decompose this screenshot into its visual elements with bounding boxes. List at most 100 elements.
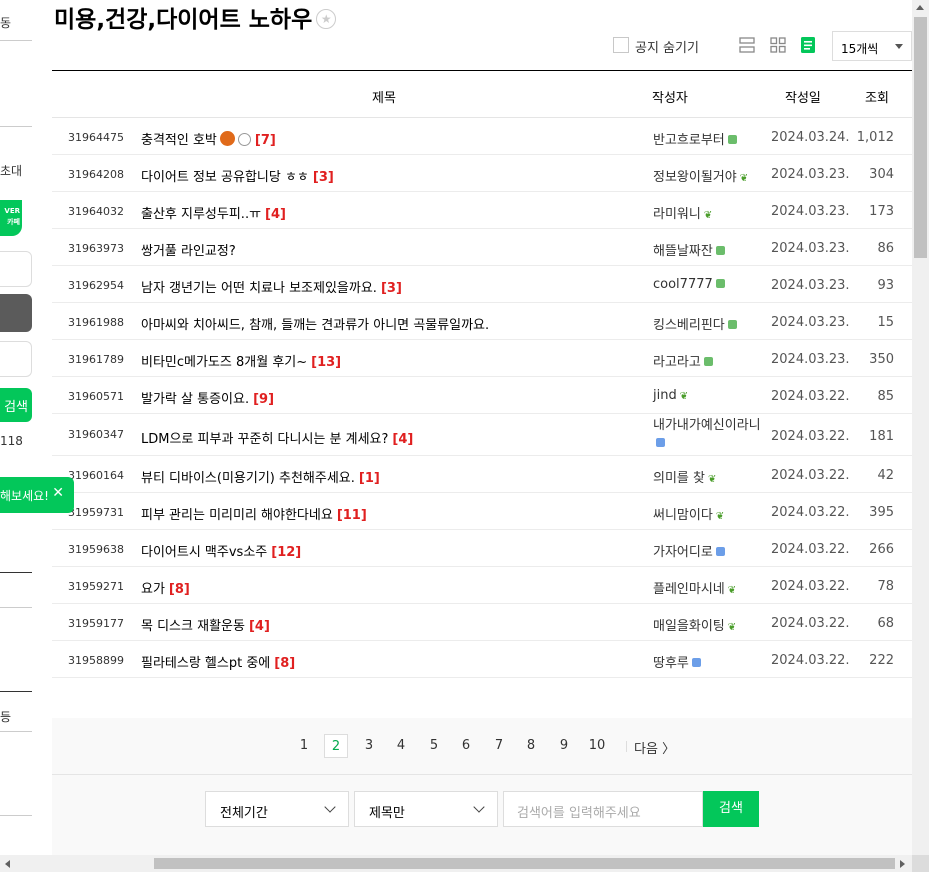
post-subject-link[interactable]: 뷰티 디바이스(미용기기) 추천해주세요. [1] <box>141 467 380 486</box>
table-row[interactable]: 31959177 목 디스크 재활운동 [4] 매일을화이팅 ❦ 2024.03.22. 6… <box>52 604 912 641</box>
scope-select[interactable]: 제목만 <box>354 791 498 827</box>
hide-notice-checkbox[interactable] <box>613 37 629 53</box>
table-row[interactable]: 31960164 뷰티 디바이스(미용기기) 추천해주세요. [1] 의미를 찾 ❦ 20… <box>52 456 912 493</box>
post-subject-link[interactable]: 필라테스랑 헬스pt 중에 [8] <box>141 652 295 671</box>
post-subject[interactable]: 다이어트시 맥주vs소주 <box>141 545 267 560</box>
author-nickname[interactable]: 땅후루 <box>653 656 689 671</box>
post-subject[interactable]: 다이어트 정보 공유합니당 ㅎㅎ <box>141 170 309 185</box>
post-author[interactable]: 반고흐로부터 <box>653 129 765 148</box>
post-author[interactable]: jind ❦ <box>653 388 765 403</box>
comment-count[interactable]: [9] <box>253 392 274 407</box>
comment-count[interactable]: [12] <box>271 545 301 560</box>
close-icon[interactable]: ✕ <box>52 485 64 501</box>
list-view-icon[interactable] <box>738 36 756 54</box>
post-subject-link[interactable]: 피부 관리는 미리미리 해야한다네요 [11] <box>141 504 367 523</box>
table-row[interactable]: 31960571 발가락 살 통증이요. [9] jind ❦ 2024.03.22. 85 <box>52 377 912 414</box>
page-link-2[interactable]: 2 <box>324 734 348 758</box>
page-link-9[interactable]: 9 <box>552 734 576 758</box>
table-row[interactable]: 31962954 남자 갱년기는 어떤 치료나 보조제있을까요. [3] cool77… <box>52 266 912 303</box>
sidebar-search-button[interactable]: 검색 <box>0 388 32 422</box>
page-link-1[interactable]: 1 <box>292 734 316 758</box>
author-nickname[interactable]: 정보왕이될거야 <box>653 170 737 185</box>
post-author[interactable]: 매일을화이팅 ❦ <box>653 615 765 634</box>
scroll-left-icon[interactable] <box>5 860 10 868</box>
horizontal-scrollbar[interactable] <box>0 855 912 872</box>
author-nickname[interactable]: 라고라고 <box>653 355 701 370</box>
search-input[interactable]: 검색어를 입력해주세요 <box>503 791 703 827</box>
post-subject[interactable]: 쌍거풀 라인교정? <box>141 244 236 259</box>
post-subject-link[interactable]: 다이어트 정보 공유합니당 ㅎㅎ [3] <box>141 166 334 185</box>
comment-count[interactable]: [11] <box>337 508 367 523</box>
post-subject-link[interactable]: LDM으로 피부과 꾸준히 다니시는 분 계세요? [4] <box>141 428 413 447</box>
comment-count[interactable]: [8] <box>169 582 190 597</box>
post-subject[interactable]: 비타민c메가도즈 8개월 후기~ <box>141 355 307 370</box>
author-nickname[interactable]: jind <box>653 388 677 403</box>
post-subject-link[interactable]: 아마씨와 치아씨드, 참깨, 들깨는 견과류가 아니면 곡물류일까요. <box>141 314 493 333</box>
naver-cafe-badge[interactable]: VER 카페 <box>0 200 22 236</box>
author-nickname[interactable]: 내가내가예신이라니 <box>653 418 761 433</box>
table-row[interactable]: 31959638 다이어트시 맥주vs소주 [12] 가자어디로 2024.03.22.… <box>52 530 912 567</box>
table-row[interactable]: 31960347 LDM으로 피부과 꾸준히 다니시는 분 계세요? [4] 내가내가… <box>52 414 912 456</box>
post-subject[interactable]: 발가락 살 통증이요. <box>141 392 249 407</box>
grid-view-icon[interactable] <box>769 36 787 54</box>
author-nickname[interactable]: 킹스베리핀다 <box>653 318 725 333</box>
post-subject[interactable]: 피부 관리는 미리미리 해야한다네요 <box>141 508 333 523</box>
post-author[interactable]: 라미워니 ❦ <box>653 203 765 222</box>
page-link-5[interactable]: 5 <box>422 734 446 758</box>
post-subject[interactable]: 필라테스랑 헬스pt 중에 <box>141 656 270 671</box>
comment-count[interactable]: [1] <box>359 471 380 486</box>
post-author[interactable]: 가자어디로 <box>653 541 765 560</box>
per-page-select[interactable]: 15개씩 <box>832 31 912 61</box>
page-link-8[interactable]: 8 <box>519 734 543 758</box>
post-author[interactable]: 킹스베리핀다 <box>653 314 765 333</box>
page-link-3[interactable]: 3 <box>357 734 381 758</box>
post-author[interactable]: cool7777 <box>653 277 765 292</box>
post-subject-link[interactable]: 출산후 지루성두피..ㅠ [4] <box>141 203 286 222</box>
period-select[interactable]: 전체기간 <box>205 791 349 827</box>
post-author[interactable]: 의미를 찾 ❦ <box>653 467 765 486</box>
page-link-7[interactable]: 7 <box>487 734 511 758</box>
sidebar-input-box[interactable] <box>0 251 32 287</box>
table-row[interactable]: 31959731 피부 관리는 미리미리 해야한다네요 [11] 써니맘이다 ❦ 2024… <box>52 493 912 530</box>
scroll-up-icon[interactable] <box>916 5 924 10</box>
sidebar-dark-button[interactable] <box>0 294 32 332</box>
author-nickname[interactable]: cool7777 <box>653 277 713 292</box>
post-subject[interactable]: 남자 갱년기는 어떤 치료나 보조제있을까요. <box>141 281 377 296</box>
post-author[interactable]: 정보왕이될거야 ❦ <box>653 166 765 185</box>
scrollbar-thumb[interactable] <box>154 858 895 869</box>
comment-count[interactable]: [4] <box>249 619 270 634</box>
comment-count[interactable]: [3] <box>381 281 402 296</box>
post-subject-link[interactable]: 다이어트시 맥주vs소주 [12] <box>141 541 301 560</box>
search-button[interactable]: 검색 <box>703 791 759 827</box>
page-link-6[interactable]: 6 <box>454 734 478 758</box>
sidebar-invite-label[interactable]: 초대 <box>0 162 22 179</box>
comment-count[interactable]: [7] <box>255 133 276 148</box>
next-page-link[interactable]: 다음 〉 <box>626 738 675 757</box>
post-author[interactable]: 써니맘이다 ❦ <box>653 504 765 523</box>
table-row[interactable]: 31961789 비타민c메가도즈 8개월 후기~ [13] 라고라고 2024.03.… <box>52 340 912 377</box>
author-nickname[interactable]: 플레인마시네 <box>653 582 725 597</box>
post-author[interactable]: 라고라고 <box>653 351 765 370</box>
post-subject[interactable]: 요가 <box>141 582 165 597</box>
post-subject-link[interactable]: 남자 갱년기는 어떤 치료나 보조제있을까요. [3] <box>141 277 402 296</box>
post-subject-link[interactable]: 충격적인 호박 [7] <box>141 129 276 148</box>
comment-count[interactable]: [4] <box>265 207 286 222</box>
next-label[interactable]: 다음 <box>634 742 658 757</box>
post-author[interactable]: 내가내가예신이라니 <box>653 417 765 453</box>
post-subject-link[interactable]: 목 디스크 재활운동 [4] <box>141 615 270 634</box>
author-nickname[interactable]: 의미를 찾 <box>653 471 705 486</box>
author-nickname[interactable]: 해뜰날짜잔 <box>653 244 713 259</box>
comment-count[interactable]: [13] <box>311 355 341 370</box>
author-nickname[interactable]: 라미워니 <box>653 207 701 222</box>
post-author[interactable]: 해뜰날짜잔 <box>653 240 765 259</box>
page-link-10[interactable]: 10 <box>585 734 609 758</box>
post-subject[interactable]: 출산후 지루성두피..ㅠ <box>141 207 261 222</box>
table-row[interactable]: 31964032 출산후 지루성두피..ㅠ [4] 라미워니 ❦ 2024.03.23. 1… <box>52 192 912 229</box>
post-subject[interactable]: 아마씨와 치아씨드, 참깨, 들깨는 견과류가 아니면 곡물류일까요. <box>141 318 489 333</box>
post-subject[interactable]: LDM으로 피부과 꾸준히 다니시는 분 계세요? <box>141 432 388 447</box>
vertical-scrollbar[interactable] <box>912 0 929 855</box>
table-row[interactable]: 31959271 요가 [8] 플레인마시네 ❦ 2024.03.22. 78 <box>52 567 912 604</box>
page-link-4[interactable]: 4 <box>389 734 413 758</box>
table-row[interactable]: 31961988 아마씨와 치아씨드, 참깨, 들깨는 견과류가 아니면 곡물류일… <box>52 303 912 340</box>
table-row[interactable]: 31963973 쌍거풀 라인교정? 해뜰날짜잔 2024.03.23. 86 <box>52 229 912 266</box>
